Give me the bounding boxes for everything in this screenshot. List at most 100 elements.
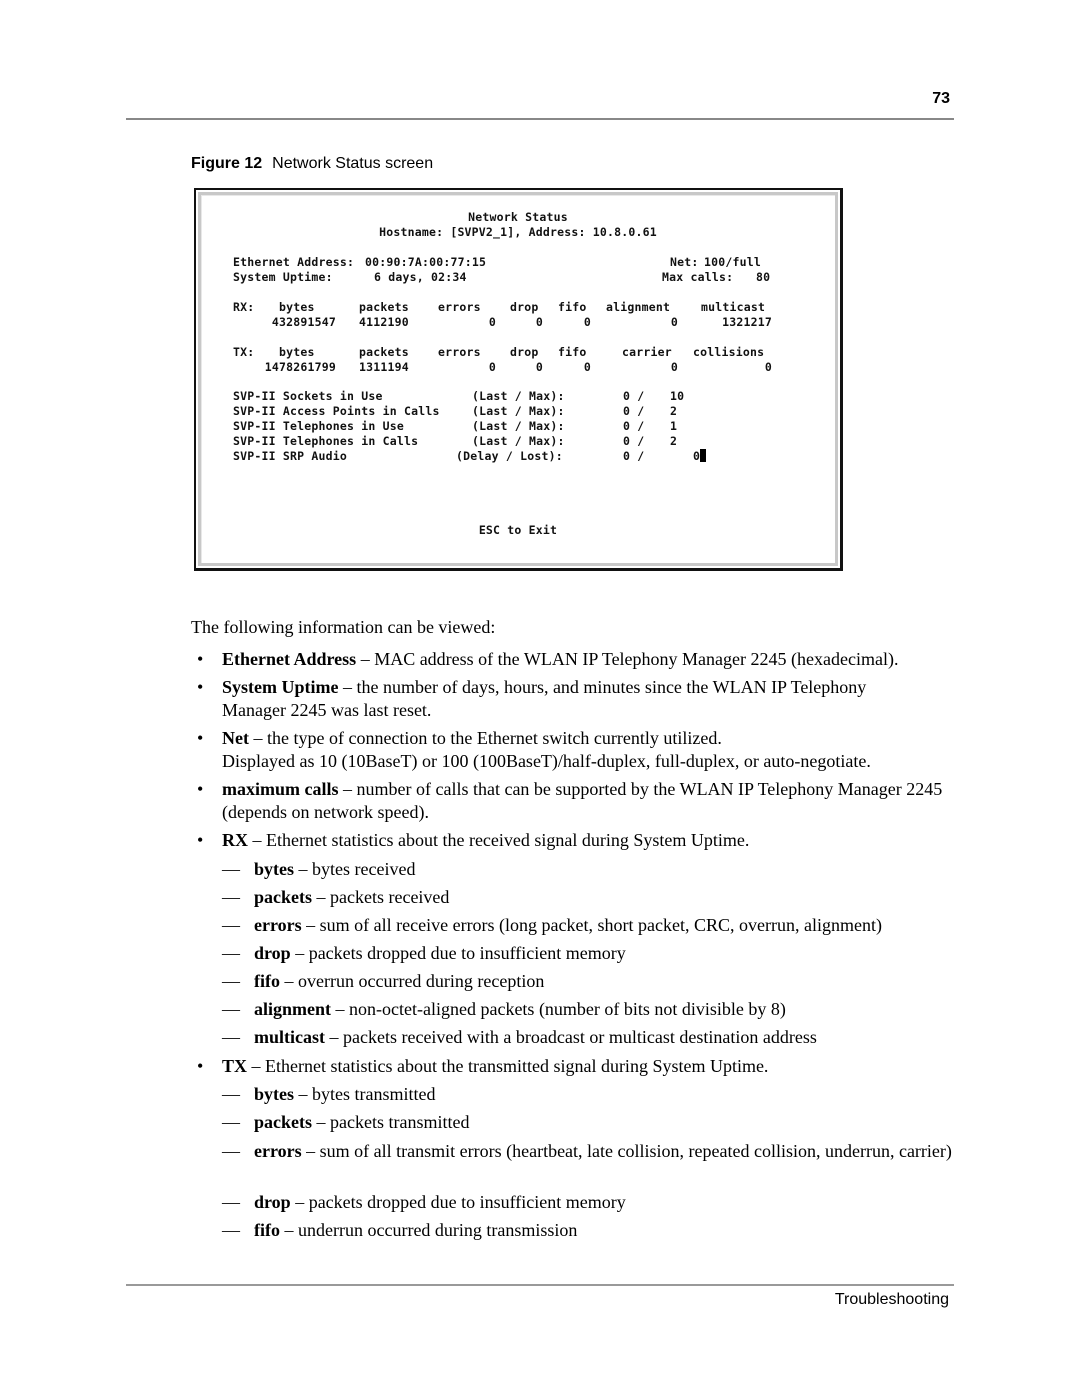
sub-content: errors – sum of all transmit errors (hea…	[254, 1140, 954, 1163]
tx-header-packets: packets	[359, 345, 409, 359]
uptime-label: System Uptime:	[233, 270, 333, 284]
item-term: Net	[222, 728, 249, 748]
item-term: maximum calls	[222, 779, 339, 799]
figure-caption: Figure 12 Network Status screen	[191, 155, 433, 173]
footer-section: Troubleshooting	[834, 1291, 949, 1308]
hostname-line: Hostname: [SVPV2_1], Address: 10.8.0.61	[379, 225, 657, 239]
rx-header-drop: drop	[510, 300, 539, 314]
svp-max: 2	[670, 434, 678, 448]
tx-header-carrier: carrier	[622, 345, 672, 359]
svp-qualifier: (Last / Max):	[472, 389, 565, 403]
svp-qualifier: (Last / Max):	[472, 434, 565, 448]
sub-text: – packets dropped due to insufficient me…	[290, 1192, 626, 1212]
sub-content: fifo – overrun occurred during reception	[254, 970, 954, 993]
tx-value-collisions: 0	[764, 360, 772, 374]
sub-content: bytes – bytes received	[254, 858, 954, 881]
sub-term: drop	[254, 1192, 291, 1212]
svp-label: SVP-II Telephones in Calls	[233, 434, 419, 448]
exit-hint: ESC to Exit	[478, 523, 558, 537]
rx-label: RX:	[233, 300, 255, 314]
sub-content: drop – packets dropped due to insufficie…	[254, 1191, 954, 1214]
svp-last: 0 /	[623, 419, 645, 433]
rx-value-drop: 0	[535, 315, 543, 329]
dash-mark: —	[222, 999, 240, 1019]
dash-mark: —	[222, 915, 240, 935]
item-text: – the type of connection to the Ethernet…	[248, 728, 722, 748]
item-text: – Ethernet statistics about the transmit…	[247, 1056, 769, 1076]
dash-mark: —	[222, 1112, 240, 1132]
sub-content: bytes – bytes transmitted	[254, 1083, 954, 1106]
dash-mark: —	[222, 943, 240, 963]
tx-value-errors: 0	[488, 360, 496, 374]
network-status-screen: Network Status Hostname: [SVPV2_1], Addr…	[194, 188, 843, 571]
item-term: TX	[222, 1056, 248, 1076]
dash-mark: —	[222, 887, 240, 907]
bullet-mark: •	[197, 830, 204, 850]
item-content: maximum calls – number of calls that can…	[222, 778, 962, 824]
screen-title: Network Status	[468, 210, 568, 224]
sub-term: bytes	[254, 859, 294, 879]
rx-value-errors: 0	[488, 315, 496, 329]
tx-value-bytes: 1478261799	[264, 360, 336, 374]
dash-mark: —	[222, 1192, 240, 1212]
item-term: Ethernet Address	[222, 649, 357, 669]
item-content: System Uptime – the number of days, hour…	[222, 676, 922, 722]
text-cursor	[700, 449, 707, 462]
svp-qualifier: (Last / Max):	[472, 419, 565, 433]
net-label: Net:	[670, 255, 699, 269]
page-number: 73	[932, 90, 950, 107]
rx-header-packets: packets	[359, 300, 409, 314]
sub-text: – non-octet-aligned packets (number of b…	[331, 999, 786, 1019]
dash-mark: —	[222, 859, 240, 879]
rx-value-multicast: 1321217	[722, 315, 772, 329]
item-term: RX	[222, 830, 248, 850]
svp-label: SVP-II Access Points in Calls	[233, 404, 440, 418]
sub-term: packets	[254, 887, 312, 907]
svp-label: SVP-II Sockets in Use	[233, 389, 383, 403]
dash-mark: —	[222, 1084, 240, 1104]
svp-max: 2	[670, 404, 678, 418]
svp-qualifier: (Last / Max):	[472, 404, 565, 418]
sub-content: alignment – non-octet-aligned packets (n…	[254, 998, 954, 1021]
ethernet-label: Ethernet Address:	[233, 255, 355, 269]
item-content: RX – Ethernet statistics about the recei…	[222, 829, 962, 852]
sub-term: errors	[254, 1141, 302, 1161]
sub-text: – underrun occurred during transmission	[280, 1220, 578, 1240]
header-rule	[126, 118, 954, 120]
maxcalls-value: 80	[756, 270, 771, 284]
sub-text: – bytes transmitted	[294, 1084, 436, 1104]
sub-content: drop – packets dropped due to insufficie…	[254, 942, 954, 965]
ethernet-value: 00:90:7A:00:77:15	[365, 255, 487, 269]
bullet-mark: •	[197, 677, 204, 697]
item-content: TX – Ethernet statistics about the trans…	[222, 1055, 962, 1078]
dash-mark: —	[222, 971, 240, 991]
sub-term: packets	[254, 1112, 312, 1132]
tx-value-drop: 0	[535, 360, 543, 374]
bullet-mark: •	[197, 649, 204, 669]
svp-max: 10	[670, 389, 685, 403]
bullet-mark: •	[197, 1056, 204, 1076]
rx-header-bytes: bytes	[279, 300, 315, 314]
sub-term: fifo	[254, 971, 280, 991]
svp-last: 0 /	[623, 389, 645, 403]
item-text: – MAC address of the WLAN IP Telephony M…	[356, 649, 899, 669]
svp-last: 0 /	[623, 449, 645, 463]
tx-header-collisions: collisions	[693, 345, 765, 359]
tx-header-bytes: bytes	[279, 345, 315, 359]
svp-label: SVP-II Telephones in Use	[233, 419, 404, 433]
dash-mark: —	[222, 1027, 240, 1047]
svp-last: 0 /	[623, 404, 645, 418]
item-content: Ethernet Address – MAC address of the WL…	[222, 648, 962, 671]
rx-header-errors: errors	[438, 300, 481, 314]
tx-label: TX:	[233, 345, 255, 359]
rx-value-bytes: 432891547	[271, 315, 336, 329]
svp-last: 0 /	[623, 434, 645, 448]
sub-term: fifo	[254, 1220, 280, 1240]
bullet-mark: •	[197, 728, 204, 748]
footer-rule	[126, 1284, 954, 1286]
bullet-mark: •	[197, 779, 204, 799]
svp-max: 1	[670, 419, 678, 433]
screen-bevel	[198, 192, 838, 566]
sub-text: – packets received	[312, 887, 450, 907]
rx-header-alignment: alignment	[606, 300, 671, 314]
